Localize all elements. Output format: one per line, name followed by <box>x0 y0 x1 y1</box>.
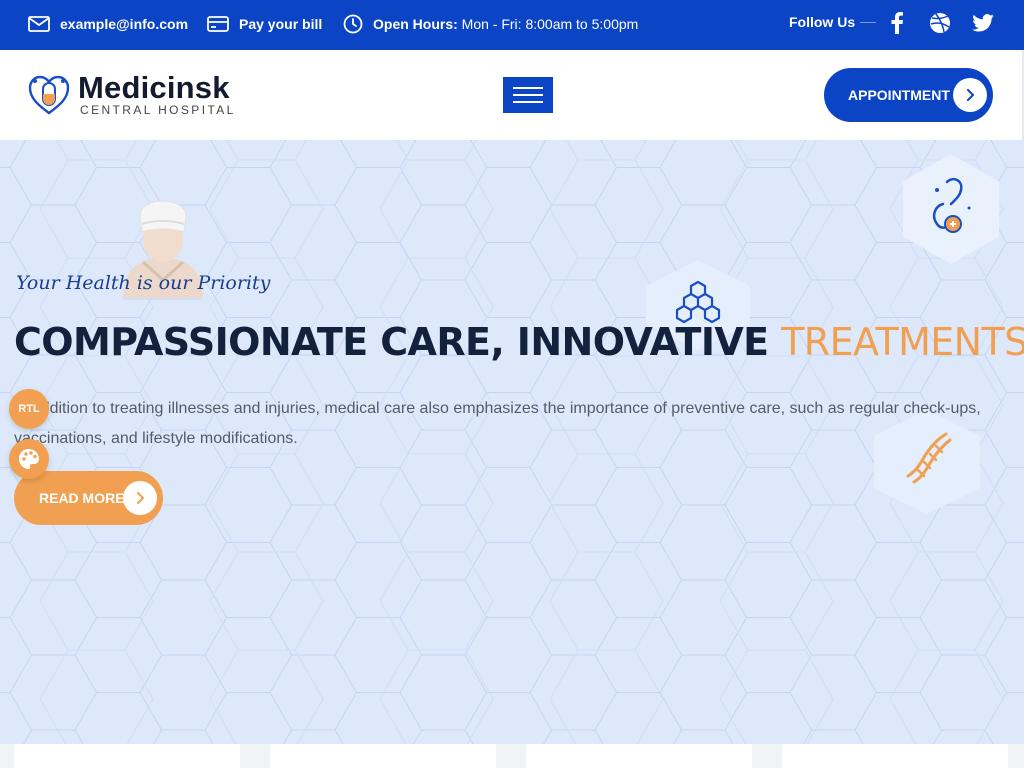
logo-subtitle: CENTRAL HOSPITAL <box>80 103 236 117</box>
read-more-label: READ MORE <box>39 490 125 506</box>
hero-section: Your Health is our Priority COMPASSIONAT… <box>0 140 1024 744</box>
top-info-bar: example@info.com Pay your bill Open Hour… <box>0 0 1024 50</box>
pay-bill-text: Pay your bill <box>239 16 323 32</box>
read-more-button[interactable]: READ MORE <box>14 471 163 525</box>
hamburger-menu-button[interactable] <box>503 77 553 113</box>
follow-us-label: Follow Us <box>789 14 856 30</box>
pay-bill-link[interactable]: Pay your bill <box>207 0 322 48</box>
feature-card <box>270 744 496 768</box>
site-header: Medicinsk CENTRAL HOSPITAL APPOINTMENT <box>0 50 1024 141</box>
credit-card-icon <box>207 16 229 32</box>
menu-line <box>513 87 543 89</box>
logo-name[interactable]: Medicinsk <box>78 70 230 106</box>
palette-icon[interactable] <box>9 439 49 479</box>
appointment-label: APPOINTMENT <box>848 87 950 103</box>
email-link[interactable]: example@info.com <box>28 0 188 48</box>
feature-card <box>526 744 752 768</box>
twitter-icon[interactable] <box>971 11 995 35</box>
hero-description: In addition to treating illnesses and in… <box>14 400 981 447</box>
rtl-toggle-button[interactable]: RTL <box>9 389 49 429</box>
hours-label: Open Hours: <box>373 16 458 32</box>
knee-joint-icon <box>903 154 999 269</box>
headline-main: COMPASSIONATE CARE, INNOVATIVE <box>14 320 769 364</box>
email-text: example@info.com <box>60 16 189 32</box>
dribbble-icon[interactable] <box>928 11 952 35</box>
feature-card <box>782 744 1008 768</box>
hero-headline: COMPASSIONATE CARE, INNOVATIVE TREATMENT… <box>14 320 1024 364</box>
feature-card <box>14 744 240 768</box>
menu-line <box>513 94 543 96</box>
mail-icon <box>28 16 50 32</box>
hours-value: Mon - Fri: 8:00am to 5:00pm <box>461 16 639 32</box>
open-hours: Open Hours: Mon - Fri: 8:00am to 5:00pm <box>343 0 638 48</box>
chevron-right-icon <box>953 78 987 112</box>
clock-icon <box>343 14 363 34</box>
facebook-icon[interactable] <box>885 11 909 35</box>
headline-accent: TREATMENTS <box>781 320 1024 364</box>
hero-tagline: Your Health is our Priority <box>16 272 271 294</box>
chevron-right-icon <box>123 481 157 515</box>
divider <box>860 22 876 23</box>
appointment-button[interactable]: APPOINTMENT <box>824 68 993 122</box>
logo-heart-icon[interactable] <box>28 74 70 121</box>
menu-line <box>513 101 543 103</box>
